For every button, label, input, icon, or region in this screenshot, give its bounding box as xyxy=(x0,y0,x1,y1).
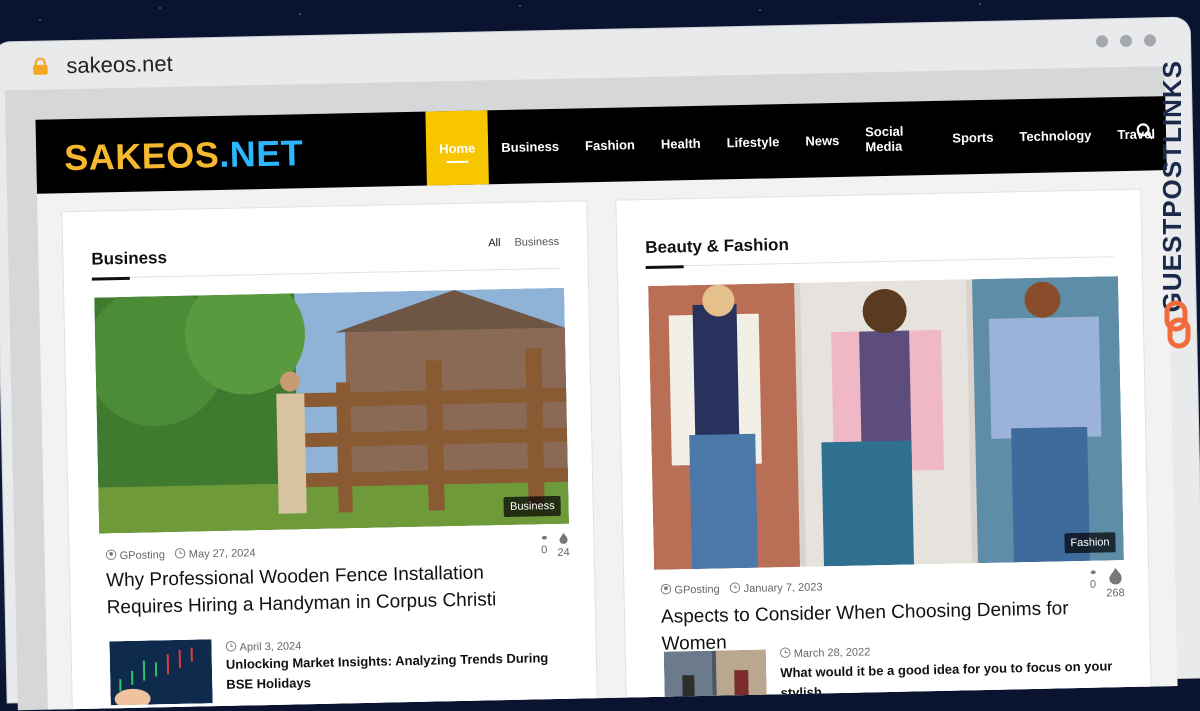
secondary-headline[interactable]: What would it be a good idea for you to … xyxy=(780,656,1131,703)
chain-link-icon xyxy=(1162,300,1192,350)
user-icon xyxy=(105,549,116,560)
comments-icon xyxy=(1090,570,1096,576)
window-dot[interactable] xyxy=(1096,35,1108,47)
menu-item-technology[interactable]: Technology xyxy=(1006,97,1106,173)
filter-all[interactable]: All xyxy=(488,237,500,249)
market-photo xyxy=(109,639,212,705)
views-value: 24 xyxy=(557,547,569,559)
menu-item-home[interactable]: Home xyxy=(425,110,489,185)
denim-photo xyxy=(648,276,1124,570)
featured-headline[interactable]: Why Professional Wooden Fence Installati… xyxy=(106,558,557,621)
section-divider xyxy=(646,256,1114,267)
date: January 7, 2023 xyxy=(730,580,823,595)
view-count: 24 xyxy=(557,532,570,560)
menu-item-social-media[interactable]: Social Media xyxy=(852,101,941,177)
secondary-image-market[interactable] xyxy=(109,639,212,705)
fence-photo xyxy=(94,288,569,534)
menu-item-news[interactable]: News xyxy=(792,103,854,178)
section-title: Beauty & Fashion xyxy=(645,235,789,258)
browser-window: sakeos.net SAKEOS.NET Home Business Fash… xyxy=(0,18,1200,703)
date-text: January 7, 2023 xyxy=(744,581,823,595)
article-meta: GPosting January 7, 2023 xyxy=(660,580,822,596)
search-icon[interactable] xyxy=(1136,122,1154,140)
comments-value: 0 xyxy=(1090,579,1096,591)
filter-business[interactable]: Business xyxy=(514,236,559,249)
menu-item-lifestyle[interactable]: Lifestyle xyxy=(713,104,793,180)
secondary-date-text: March 28, 2022 xyxy=(794,646,871,660)
author-name: GPosting xyxy=(674,584,719,597)
business-section: Business All Business xyxy=(61,200,598,710)
date: May 27, 2024 xyxy=(175,546,256,561)
clock-icon xyxy=(780,647,791,658)
menu-bar: Home Business Fashion Health Lifestyle N… xyxy=(425,96,1168,186)
logo-part1: SAKEOS xyxy=(64,134,220,178)
website: SAKEOS.NET Home Business Fashion Health … xyxy=(35,96,1177,710)
article-meta: GPosting May 27, 2024 xyxy=(105,546,255,562)
main-navigation: SAKEOS.NET Home Business Fashion Health … xyxy=(35,96,1168,194)
logo-part2: .NET xyxy=(219,132,304,175)
window-controls xyxy=(1096,34,1156,47)
flame-icon xyxy=(1106,566,1125,585)
site-logo[interactable]: SAKEOS.NET xyxy=(64,132,304,179)
author[interactable]: GPosting xyxy=(105,548,165,562)
section-filters: All Business xyxy=(488,236,559,249)
author[interactable]: GPosting xyxy=(660,583,720,597)
comment-count[interactable]: 0 xyxy=(541,532,548,559)
menu-item-fashion[interactable]: Fashion xyxy=(571,107,648,183)
street-photo xyxy=(664,650,767,711)
watermark-text: GUESTPOSTLINKS xyxy=(1157,60,1188,312)
secondary-date: April 3, 2024 xyxy=(225,639,301,654)
author-name: GPosting xyxy=(120,549,165,562)
window-dot[interactable] xyxy=(1120,35,1132,47)
user-icon xyxy=(660,584,671,595)
menu-item-business[interactable]: Business xyxy=(487,109,572,185)
lock-icon xyxy=(30,57,50,75)
secondary-headline[interactable]: Unlocking Market Insights: Analyzing Tre… xyxy=(226,648,567,695)
comments-icon xyxy=(541,535,547,541)
fashion-section: Beauty & Fashion xyxy=(615,189,1152,711)
category-tag[interactable]: Fashion xyxy=(1064,532,1116,553)
section-title: Business xyxy=(91,248,167,270)
url-text[interactable]: sakeos.net xyxy=(66,51,173,79)
section-divider xyxy=(92,268,560,279)
menu-item-health[interactable]: Health xyxy=(647,106,714,181)
window-dot[interactable] xyxy=(1144,34,1156,46)
secondary-date-text: April 3, 2024 xyxy=(239,640,301,653)
featured-headline[interactable]: Aspects to Consider When Choosing Denims… xyxy=(661,594,1132,658)
secondary-date: March 28, 2022 xyxy=(780,645,871,660)
clock-icon xyxy=(225,641,236,652)
comments-value: 0 xyxy=(541,544,547,556)
menu-item-sports[interactable]: Sports xyxy=(939,99,1008,174)
category-tag[interactable]: Business xyxy=(504,496,561,517)
flame-icon xyxy=(557,532,570,545)
featured-image-denim[interactable]: Fashion xyxy=(648,276,1124,570)
article-stats: 0 24 xyxy=(541,532,570,560)
clock-icon xyxy=(175,548,186,559)
page-viewport: SAKEOS.NET Home Business Fashion Health … xyxy=(5,66,1178,710)
date-text: May 27, 2024 xyxy=(189,547,256,560)
clock-icon xyxy=(730,582,741,593)
secondary-image-street[interactable] xyxy=(664,650,767,711)
featured-image-fence[interactable]: Business xyxy=(94,288,569,534)
